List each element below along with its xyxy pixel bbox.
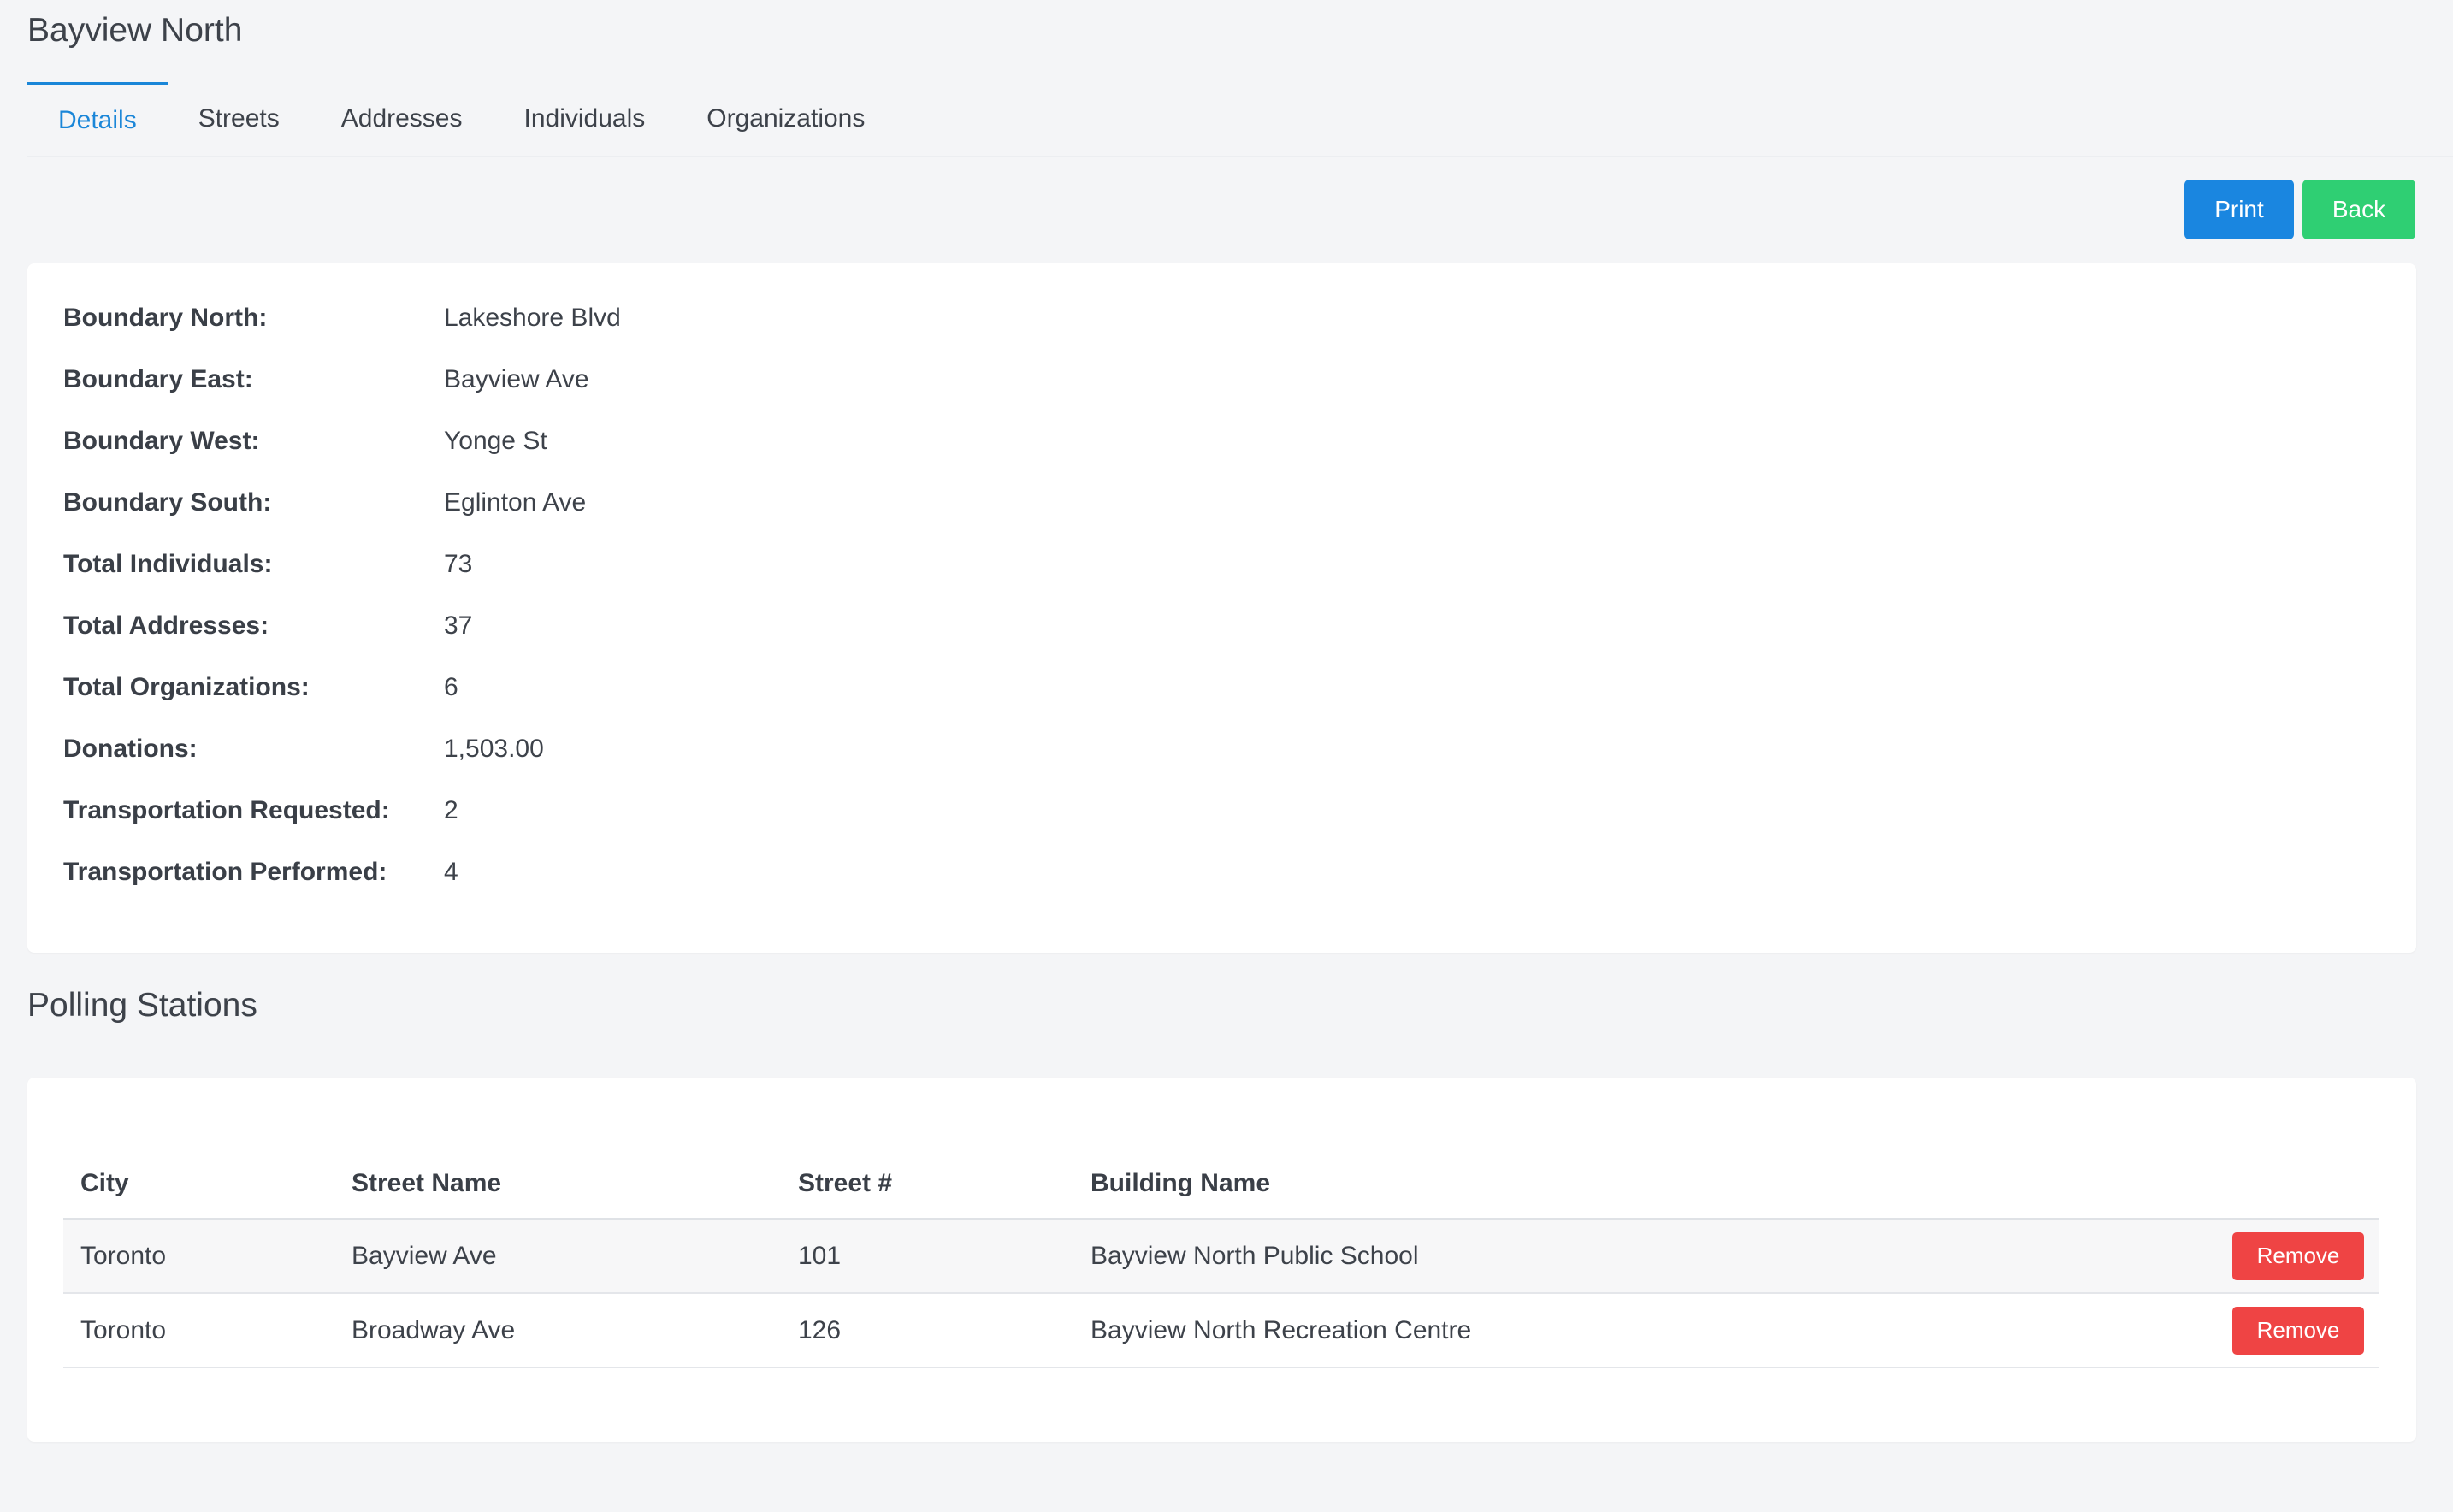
remove-button[interactable]: Remove: [2232, 1231, 2364, 1280]
print-button[interactable]: Print: [2184, 180, 2294, 239]
detail-value: 4: [444, 858, 458, 886]
column-header-street-name: Street Name: [334, 1149, 781, 1220]
detail-value: Bayview Ave: [444, 365, 589, 393]
tab-details[interactable]: Details: [27, 82, 168, 156]
detail-row-transportation-requested: Transportation Requested: 2: [63, 794, 458, 828]
detail-row-total-addresses: Total Addresses: 37: [63, 609, 472, 643]
column-header-actions: [1997, 1149, 2379, 1220]
detail-label: Transportation Performed:: [63, 858, 387, 886]
detail-value: 73: [444, 550, 473, 578]
detail-label: Boundary East:: [63, 365, 253, 393]
cell-street-number: 126: [781, 1293, 1073, 1368]
cell-building-name: Bayview North Recreation Centre: [1073, 1293, 1998, 1368]
detail-row-boundary-south: Boundary South: Eglinton Ave: [63, 486, 586, 520]
detail-label: Transportation Requested:: [63, 796, 390, 824]
detail-value: Eglinton Ave: [444, 488, 587, 517]
polling-stations-table: City Street Name Street # Building Name …: [63, 1149, 2379, 1368]
detail-value: Lakeshore Blvd: [444, 304, 621, 332]
cell-city: Toronto: [63, 1219, 334, 1294]
polling-stations-card: City Street Name Street # Building Name …: [27, 1078, 2416, 1442]
detail-label: Boundary South:: [63, 488, 272, 517]
detail-label: Donations:: [63, 735, 198, 763]
cell-city: Toronto: [63, 1293, 334, 1368]
detail-label: Total Addresses:: [63, 611, 269, 640]
detail-value: 2: [444, 796, 458, 824]
detail-label: Total Organizations:: [63, 673, 310, 701]
detail-row-transportation-performed: Transportation Performed: 4: [63, 855, 458, 889]
tab-organizations[interactable]: Organizations: [676, 82, 895, 156]
table-header-row: City Street Name Street # Building Name: [63, 1149, 2379, 1220]
detail-value: 37: [444, 611, 473, 640]
back-button[interactable]: Back: [2302, 180, 2415, 239]
detail-value: Yonge St: [444, 427, 547, 455]
cell-actions: Remove: [1997, 1219, 2379, 1294]
detail-row-total-organizations: Total Organizations: 6: [63, 670, 458, 705]
detail-label: Total Individuals:: [63, 550, 273, 578]
toolbar: Print Back: [2184, 180, 2415, 239]
section-title-polling-stations: Polling Stations: [27, 987, 257, 1024]
column-header-city: City: [63, 1149, 334, 1220]
tab-individuals[interactable]: Individuals: [494, 82, 677, 156]
detail-row-total-individuals: Total Individuals: 73: [63, 547, 472, 582]
column-header-building-name: Building Name: [1073, 1149, 1998, 1220]
detail-row-boundary-west: Boundary West: Yonge St: [63, 424, 547, 458]
detail-label: Boundary North:: [63, 304, 268, 332]
tab-streets[interactable]: Streets: [168, 82, 310, 156]
page-title: Bayview North: [27, 12, 243, 49]
detail-row-donations: Donations: 1,503.00: [63, 732, 544, 766]
detail-value: 6: [444, 673, 458, 701]
cell-actions: Remove: [1997, 1293, 2379, 1368]
cell-building-name: Bayview North Public School: [1073, 1219, 1998, 1294]
table-row: Toronto Bayview Ave 101 Bayview North Pu…: [63, 1219, 2379, 1294]
detail-row-boundary-north: Boundary North: Lakeshore Blvd: [63, 301, 621, 335]
table-row: Toronto Broadway Ave 126 Bayview North R…: [63, 1293, 2379, 1368]
detail-value: 1,503.00: [444, 735, 544, 763]
tab-bar: Details Streets Addresses Individuals Or…: [27, 82, 2453, 157]
details-card: Boundary North: Lakeshore Blvd Boundary …: [27, 263, 2416, 953]
column-header-street-number: Street #: [781, 1149, 1073, 1220]
remove-button[interactable]: Remove: [2232, 1306, 2364, 1355]
page: Bayview North Details Streets Addresses …: [0, 0, 2453, 1512]
detail-label: Boundary West:: [63, 427, 260, 455]
cell-street-number: 101: [781, 1219, 1073, 1294]
cell-street-name: Broadway Ave: [334, 1293, 781, 1368]
cell-street-name: Bayview Ave: [334, 1219, 781, 1294]
tab-addresses[interactable]: Addresses: [310, 82, 494, 156]
detail-row-boundary-east: Boundary East: Bayview Ave: [63, 363, 589, 397]
